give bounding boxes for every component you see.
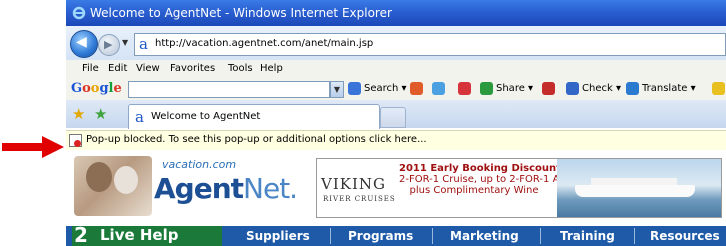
popup-blocked-message: Pop-up blocked. To see this pop-up or ad… [86,134,427,145]
live-help-number: 2 [74,223,88,246]
viking-ad-banner[interactable]: VIKING RIVER CRUISES 2011 Early Booking … [316,158,722,218]
menu-help[interactable]: Help [260,63,283,74]
ad-line-1: 2011 Early Booking Discount [399,163,561,174]
menu-tools[interactable]: Tools [228,63,253,74]
tab-row: ★ ★ a Welcome to AgentNet [66,100,726,129]
google-search-button[interactable]: Search ▾ [364,83,407,94]
nav-training[interactable]: Training [560,229,615,243]
popup-blocked-bar[interactable]: Pop-up blocked. To see this pop-up or ad… [66,130,726,151]
translate-icon [626,82,639,95]
menu-favorites[interactable]: Favorites [170,63,215,74]
bookmark-icon[interactable] [432,82,445,95]
forward-button[interactable]: ▶ [98,34,120,56]
page-icon: a [139,35,148,53]
viking-sub: RIVER CRUISES [323,195,396,203]
google-logo: Google [71,81,122,96]
recent-pages-dropdown[interactable]: ▼ [122,38,128,47]
favorites-star-icon[interactable]: ★ [72,105,85,123]
live-help-label: Live Help [100,226,179,244]
pagerank-icon[interactable] [458,82,471,95]
viking-logo: VIKING [321,175,386,193]
share-icon [480,82,493,95]
page-icon: a [135,108,144,126]
more-icon[interactable] [712,82,725,95]
agents-photo [74,156,152,216]
menu-edit[interactable]: Edit [108,63,127,74]
ship-image [557,159,721,217]
page-content: vacation.com AgentNet. VIKING RIVER CRUI… [66,150,726,246]
vacation-com-logo: vacation.com [162,158,237,171]
browser-window: Welcome to AgentNet - Windows Internet E… [66,0,726,246]
share-button[interactable]: Share ▾ [496,83,533,94]
address-url: http://vacation.agentnet.com/anet/main.j… [155,38,374,49]
check-button[interactable]: Check ▾ [582,83,621,94]
back-button[interactable]: ◀ [70,30,98,58]
address-field[interactable]: a http://vacation.agentnet.com/anet/main… [134,33,726,56]
red-pointer-arrow-icon [2,136,64,158]
live-help-button[interactable]: 2 Live Help [72,223,222,246]
window-title: Welcome to AgentNet - Windows Internet E… [90,6,392,20]
ad-line-3: plus Complimentary Wine [409,185,539,196]
agentnet-logo[interactable]: AgentNet. [154,172,298,205]
ad-line-2: 2-FOR-1 Cruise, up to 2-FOR-1 Air, [399,174,570,185]
arrow-right-icon: ▶ [104,38,113,51]
nav-marketing[interactable]: Marketing [450,229,519,243]
google-search-dropdown[interactable]: ▼ [330,81,344,98]
nav-programs[interactable]: Programs [348,229,413,243]
tab-title: Welcome to AgentNet [151,111,261,122]
sidewiki-icon[interactable] [542,82,555,95]
add-favorites-icon[interactable]: ★ [94,105,107,123]
spellcheck-icon [566,82,579,95]
gadget-icon[interactable] [410,82,423,95]
menu-view[interactable]: View [136,63,160,74]
title-bar: Welcome to AgentNet - Windows Internet E… [66,0,726,26]
address-row: ◀ ▶ ▼ a http://vacation.agentnet.com/ane… [66,26,726,60]
menu-bar: File Edit View Favorites Tools Help [66,60,726,79]
google-toolbar: Google ▼ Search ▾ Share ▾ Check ▾ Transl… [66,78,726,101]
menu-file[interactable]: File [82,63,99,74]
search-icon [348,82,361,95]
new-tab-button[interactable] [380,107,406,128]
google-search-input[interactable] [128,81,330,98]
site-nav-bar: 2 Live Help Suppliers Programs Marketing… [66,223,726,246]
ie-logo-icon [72,6,86,20]
popup-blocked-icon [69,134,82,147]
translate-button[interactable]: Translate ▾ [642,83,696,94]
nav-suppliers[interactable]: Suppliers [246,229,310,243]
ad-text: 2011 Early Booking Discount 2-FOR-1 Crui… [399,163,570,196]
tab-welcome[interactable]: a Welcome to AgentNet [128,104,380,129]
arrow-left-icon: ◀ [76,34,87,50]
nav-resources[interactable]: Resources [650,229,720,243]
